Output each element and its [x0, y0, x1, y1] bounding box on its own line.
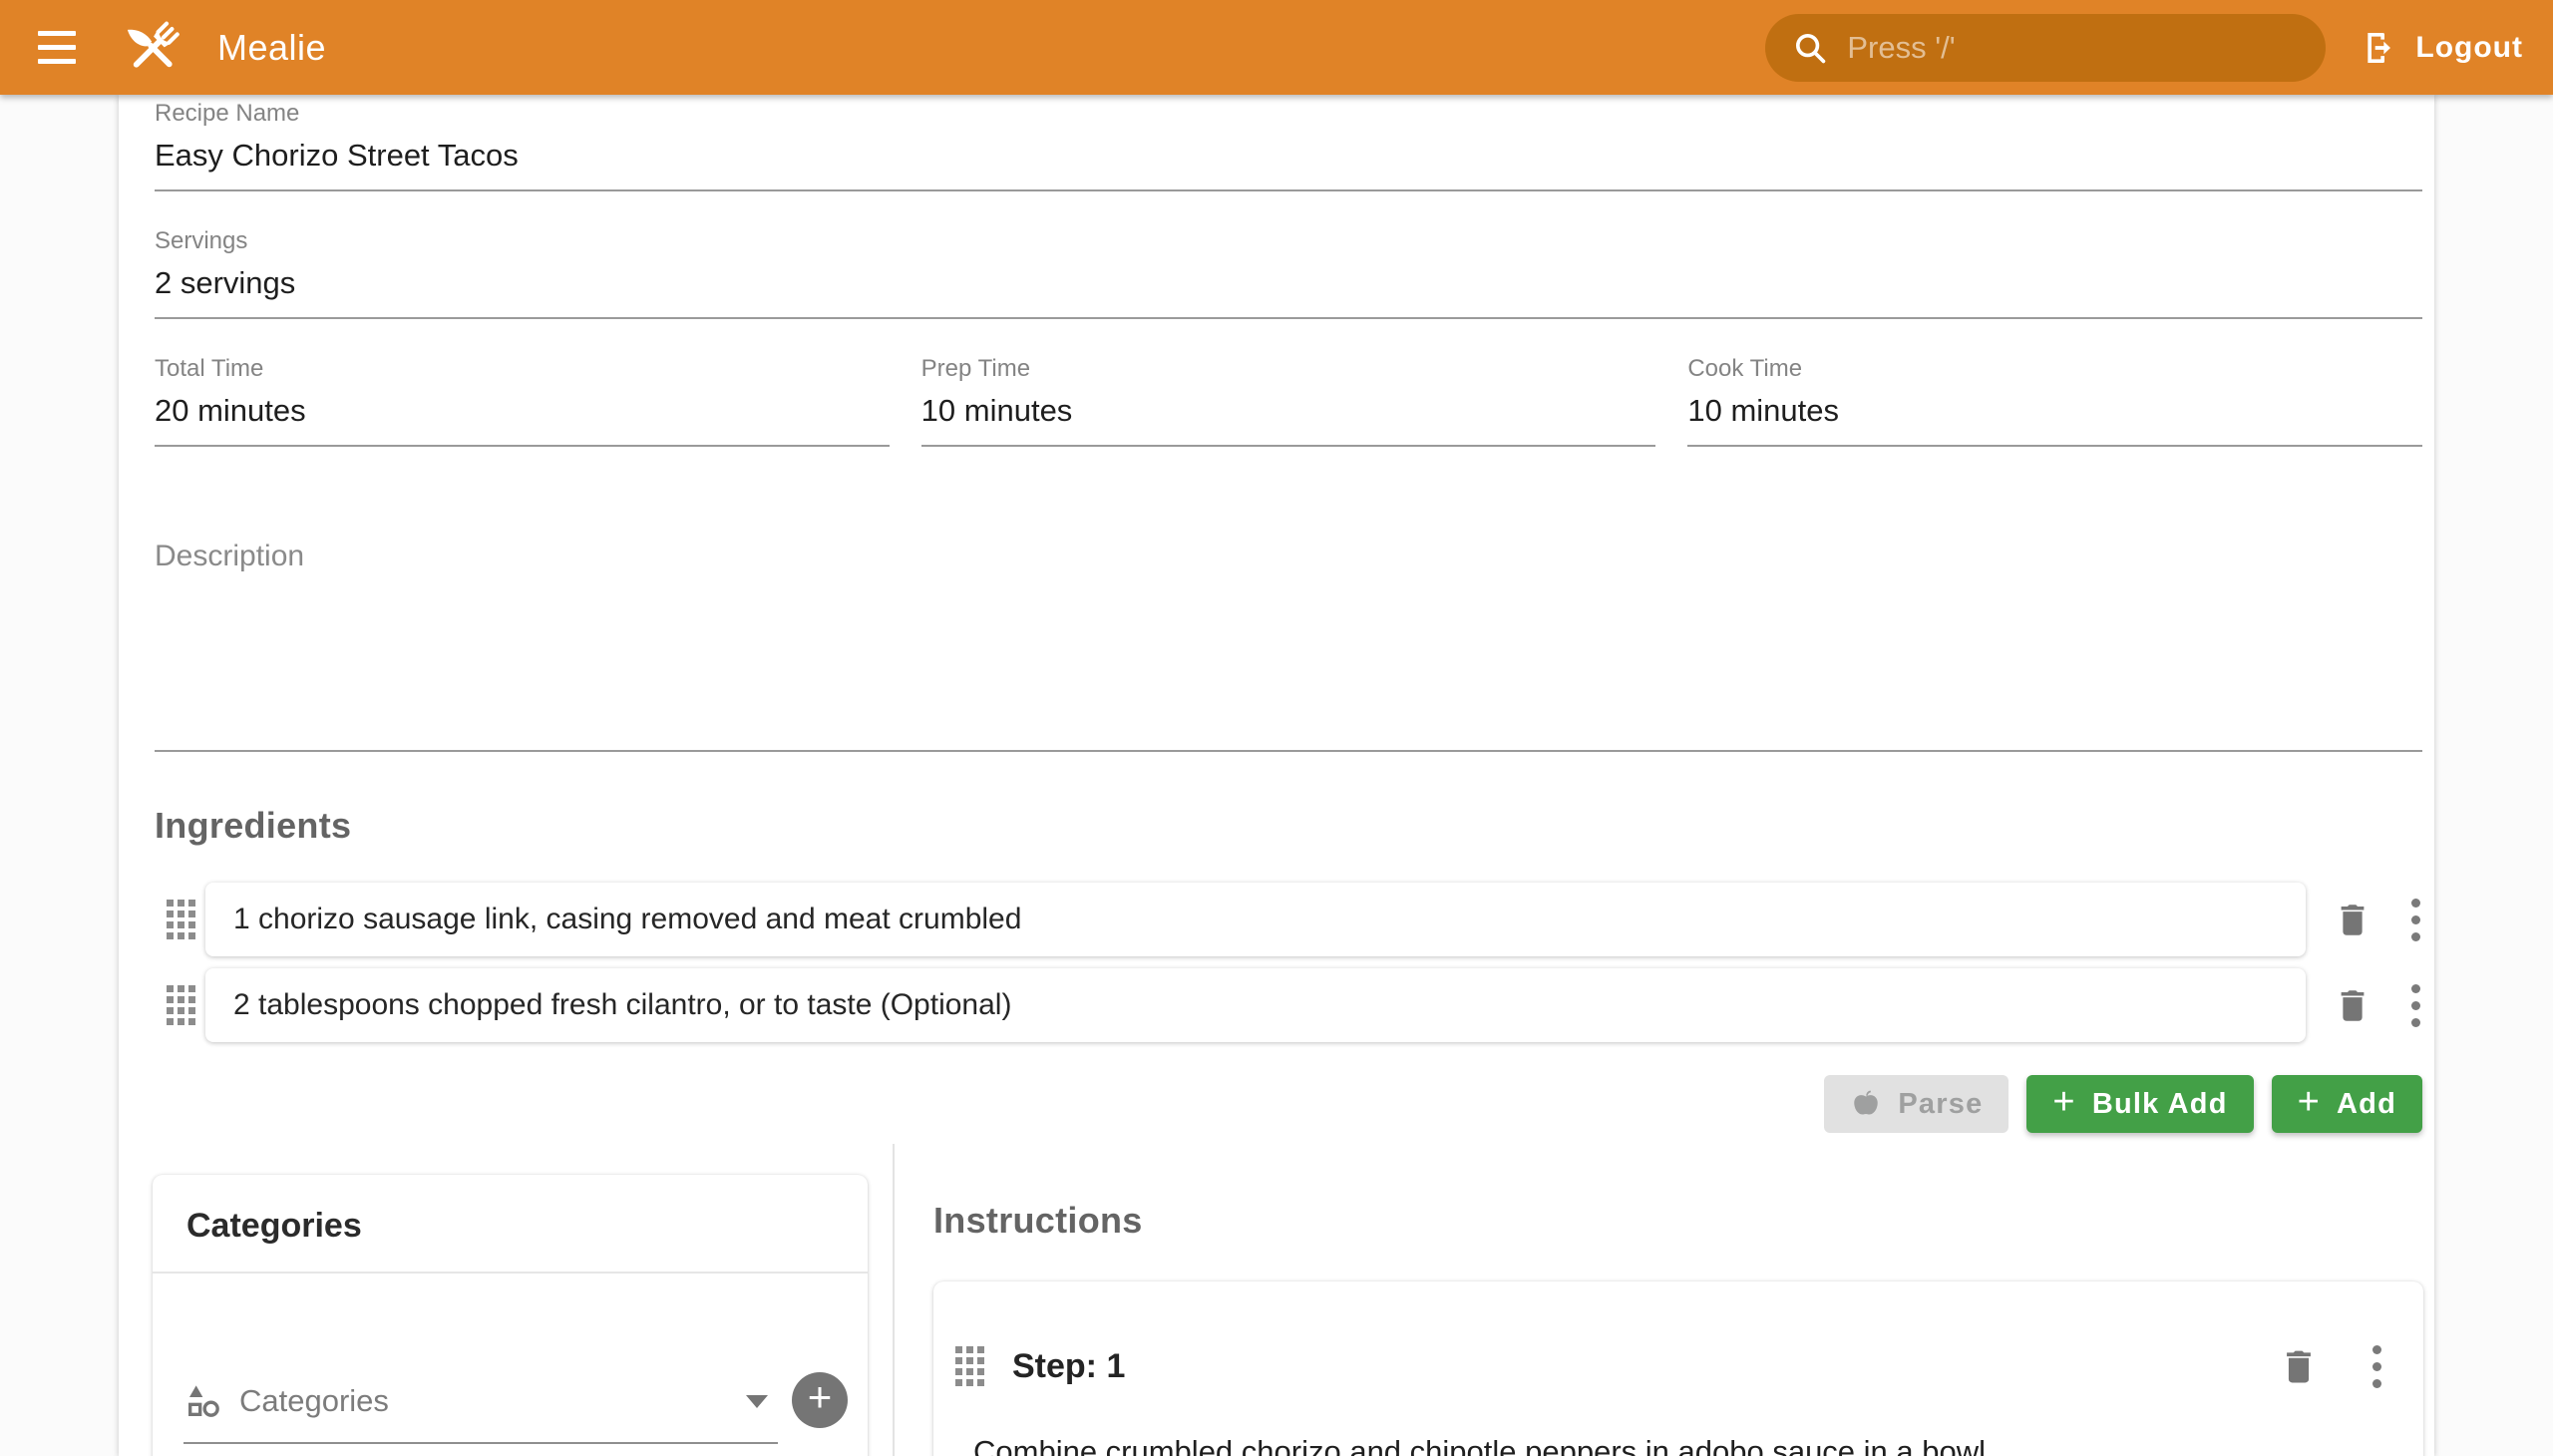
- dropdown-caret-icon: [746, 1395, 768, 1408]
- delete-step-button[interactable]: [2277, 1344, 2321, 1388]
- delete-ingredient-button[interactable]: [2332, 984, 2373, 1026]
- parse-label: Parse: [1898, 1088, 1983, 1121]
- servings-field: Servings: [155, 227, 2422, 319]
- app-header: Mealie Logout: [0, 0, 2553, 95]
- shapes-icon: [183, 1381, 223, 1421]
- app-title: Mealie: [217, 27, 326, 69]
- trash-icon: [2332, 899, 2373, 940]
- recipe-editor-card: Recipe Name Servings Total Time Prep Tim…: [119, 95, 2434, 1456]
- kebab-menu-icon[interactable]: [2403, 980, 2428, 1031]
- total-time-input[interactable]: [155, 383, 890, 447]
- prep-time-input[interactable]: [921, 383, 1656, 447]
- apple-icon: [1850, 1088, 1882, 1120]
- plus-icon: +: [808, 1372, 833, 1422]
- prep-time-field: Prep Time: [921, 355, 1656, 447]
- recipe-name-label: Recipe Name: [155, 100, 2422, 128]
- add-category-button[interactable]: +: [792, 1372, 848, 1428]
- logout-button[interactable]: Logout: [2360, 28, 2523, 68]
- search-bar[interactable]: [1765, 14, 2326, 82]
- description-field: Description: [155, 539, 2422, 752]
- mealie-logo-icon: [118, 13, 187, 83]
- ingredients-heading: Ingredients: [155, 805, 2422, 847]
- bulk-add-label: Bulk Add: [2092, 1088, 2228, 1121]
- menu-icon[interactable]: [38, 16, 102, 80]
- kebab-menu-icon[interactable]: [2403, 895, 2428, 945]
- categories-heading: Categories: [153, 1175, 868, 1274]
- search-input[interactable]: [1847, 30, 2300, 66]
- step-header: Step: 1: [955, 1333, 2389, 1399]
- prep-time-label: Prep Time: [921, 355, 1656, 383]
- drag-handle-icon[interactable]: [167, 900, 195, 939]
- trash-icon: [2277, 1344, 2321, 1388]
- ingredient-input[interactable]: [205, 988, 2306, 1022]
- delete-ingredient-button[interactable]: [2332, 899, 2373, 940]
- ingredient-row: [167, 882, 2428, 957]
- bulk-add-button[interactable]: + Bulk Add: [2026, 1075, 2253, 1133]
- cook-time-input[interactable]: [1687, 383, 2422, 447]
- description-textarea[interactable]: [155, 574, 2422, 752]
- cook-time-label: Cook Time: [1687, 355, 2422, 383]
- parse-button[interactable]: Parse: [1824, 1075, 2008, 1133]
- kebab-menu-icon[interactable]: [2365, 1341, 2389, 1392]
- description-label: Description: [155, 539, 2422, 574]
- plus-icon: +: [2298, 1083, 2321, 1121]
- categories-card: Categories Categories +: [153, 1175, 868, 1456]
- column-divider: [893, 1144, 895, 1456]
- ingredient-card: [205, 883, 2306, 956]
- recipe-name-field: Recipe Name: [155, 100, 2422, 191]
- time-fields-row: Total Time Prep Time Cook Time: [155, 355, 2422, 447]
- servings-input[interactable]: [155, 255, 2422, 319]
- search-icon: [1791, 29, 1829, 67]
- logout-label: Logout: [2415, 31, 2523, 65]
- logout-icon: [2360, 28, 2399, 68]
- step-title: Step: 1: [1012, 1347, 2277, 1386]
- servings-label: Servings: [155, 227, 2422, 255]
- mealie-recipe-editor: Mealie Logout Recipe Name Servings: [0, 0, 2553, 1456]
- categories-select[interactable]: Categories: [183, 1360, 778, 1444]
- drag-handle-icon[interactable]: [955, 1346, 984, 1386]
- ingredient-row: [167, 967, 2428, 1043]
- recipe-name-input[interactable]: [155, 128, 2422, 191]
- trash-icon: [2332, 984, 2373, 1026]
- total-time-field: Total Time: [155, 355, 890, 447]
- drag-handle-icon[interactable]: [167, 985, 195, 1025]
- ingredient-card: [205, 968, 2306, 1042]
- step-text[interactable]: Combine crumbled chorizo and chipotle pe…: [973, 1429, 2379, 1456]
- ingredient-input[interactable]: [205, 903, 2306, 936]
- plus-icon: +: [2052, 1083, 2075, 1121]
- add-ingredient-button[interactable]: + Add: [2272, 1075, 2422, 1133]
- instruction-step-card: Step: 1 Combine crumbled chorizo and chi…: [933, 1281, 2423, 1456]
- categories-select-label: Categories: [239, 1383, 746, 1419]
- cook-time-field: Cook Time: [1687, 355, 2422, 447]
- add-label: Add: [2337, 1088, 2396, 1121]
- instructions-heading: Instructions: [933, 1200, 1143, 1242]
- total-time-label: Total Time: [155, 355, 890, 383]
- ingredient-actions: Parse + Bulk Add + Add: [1824, 1075, 2422, 1133]
